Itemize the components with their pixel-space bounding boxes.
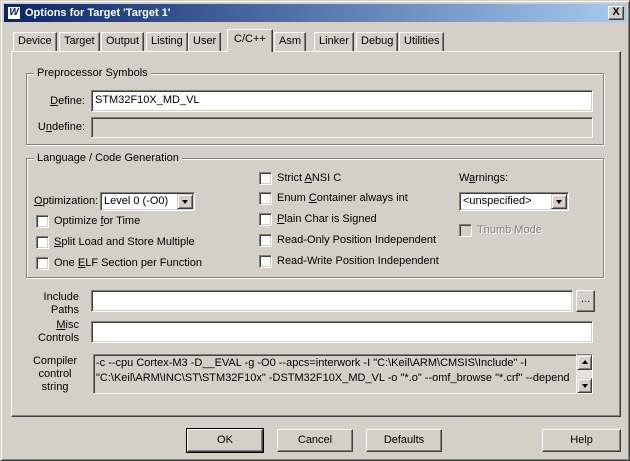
undefine-label-text: U <box>37 121 46 133</box>
tab-asm[interactable]: Asm <box>274 32 306 51</box>
scroll-up-button[interactable] <box>577 355 592 370</box>
tab-label: Asm <box>279 35 301 47</box>
include-paths-label: Include Paths <box>31 291 79 317</box>
chevron-down-icon <box>556 200 562 204</box>
undefine-input[interactable] <box>91 117 593 138</box>
warnings-dropdown-button[interactable] <box>551 194 567 209</box>
compiler-control-line: -c --cpu Cortex-M3 -D__EVAL -g -O0 --apc… <box>96 357 528 369</box>
warnings-label-text: W <box>459 172 469 184</box>
tab-label: Utilities <box>404 35 440 47</box>
tab-label: Output <box>106 35 140 47</box>
include-paths-label-line1: Include <box>43 291 79 303</box>
misc-controls-input[interactable] <box>91 321 593 343</box>
close-icon: X <box>612 6 620 18</box>
compiler-control-scrollbar[interactable] <box>577 354 593 394</box>
tab-linker[interactable]: Linker <box>314 32 354 51</box>
optimization-select-value: Level 0 (-O0) <box>104 195 169 207</box>
tab-label: Listing <box>151 35 183 47</box>
misc-controls-label: Misc Controls <box>31 319 79 345</box>
language-group-title: Language / Code Generation <box>34 151 182 165</box>
tab-c-cpp[interactable]: C/C++ <box>227 29 273 52</box>
tab-label: C/C++ <box>234 33 266 45</box>
preprocessor-group-title: Preprocessor Symbols <box>34 66 151 80</box>
browse-include-paths-button[interactable]: ... <box>576 290 595 312</box>
compiler-control-line: "C:\Keil\ARM\INC\ST\STM32F10x" -DSTM32F1… <box>96 372 570 384</box>
checkbox-label: Thumb Mode <box>477 224 542 236</box>
checkbox-box[interactable] <box>36 257 49 270</box>
checkbox-label: Plain Char is Signed <box>277 213 377 225</box>
checkbox-label: Read-Write Position Independent <box>277 255 439 267</box>
window-title: Options for Target 'Target 1' <box>25 7 171 19</box>
help-button[interactable]: Help <box>542 429 621 452</box>
warnings-label-text: rnings: <box>475 172 509 184</box>
checkbox-label: Strict ANSI C <box>277 172 342 184</box>
compiler-control-label-line3: string <box>41 381 69 393</box>
warnings-label: Warnings: <box>459 172 508 185</box>
define-label-mnemonic: D <box>50 95 59 107</box>
checkbox-box[interactable] <box>36 215 49 228</box>
checkbox-label: One ELF Section per Function <box>54 257 202 269</box>
app-icon: W <box>7 6 21 20</box>
checkbox-label: Optimize for Time <box>54 215 141 227</box>
undefine-label-text: define: <box>51 121 85 133</box>
tab-label: Target <box>64 35 95 47</box>
tab-debug[interactable]: Debug <box>356 32 399 51</box>
include-paths-label-line2: Paths <box>50 304 79 316</box>
chevron-up-icon <box>582 360 588 364</box>
tab-label: Debug <box>361 35 394 47</box>
undefine-label: Undefine: <box>31 121 85 134</box>
cancel-button[interactable]: Cancel <box>277 429 353 452</box>
checkbox-box[interactable] <box>259 255 272 268</box>
optimization-label-text: ptimization: <box>42 195 99 207</box>
tab-target[interactable]: Target <box>59 32 100 51</box>
close-button[interactable]: X <box>608 6 624 20</box>
warnings-select-value: <unspecified> <box>463 195 532 207</box>
tab-label: Device <box>18 35 52 47</box>
checkbox-box[interactable] <box>259 192 272 205</box>
misc-controls-label-line1: Misc <box>56 319 79 331</box>
warnings-select[interactable]: <unspecified> <box>459 192 569 211</box>
include-paths-input[interactable] <box>91 290 573 312</box>
tab-listing[interactable]: Listing <box>146 32 188 51</box>
define-label-text: efine: <box>58 95 85 107</box>
checkbox-box[interactable] <box>459 224 472 237</box>
tab-label: User <box>193 35 217 47</box>
optimization-label-mnemonic: O <box>34 195 43 207</box>
define-input[interactable]: STM32F10X_MD_VL <box>91 90 593 112</box>
compiler-control-label-line1: Compiler <box>32 355 77 367</box>
checkbox-label: Read-Only Position Independent <box>277 234 436 246</box>
checkbox-box[interactable] <box>259 234 272 247</box>
compiler-control-label: Compiler control string <box>31 355 79 394</box>
optimization-label: Optimization: <box>34 195 98 208</box>
checkbox-label: Split Load and Store Multiple <box>54 236 195 248</box>
misc-controls-label-line2: Controls <box>38 332 79 344</box>
checkbox-box[interactable] <box>259 172 272 185</box>
chevron-down-icon <box>582 384 588 388</box>
compiler-control-label-line2: control <box>38 368 72 380</box>
chevron-down-icon <box>182 200 188 204</box>
options-dialog: W Options for Target 'Target 1' X Device… <box>0 0 630 461</box>
define-label: Define: <box>31 95 85 108</box>
tab-label: Linker <box>319 35 349 47</box>
ok-button[interactable]: OK <box>186 428 264 453</box>
tab-output[interactable]: Output <box>101 32 145 51</box>
scroll-down-button[interactable] <box>577 378 592 393</box>
tab-utilities[interactable]: Utilities <box>399 32 445 51</box>
checkbox-box[interactable] <box>36 236 49 249</box>
compiler-control-string[interactable]: -c --cpu Cortex-M3 -D__EVAL -g -O0 --apc… <box>93 354 577 394</box>
checkbox-box[interactable] <box>259 213 272 226</box>
tab-device[interactable]: Device <box>13 32 57 51</box>
title-bar[interactable]: W Options for Target 'Target 1' X <box>4 4 626 22</box>
tab-user[interactable]: User <box>188 32 222 51</box>
optimization-dropdown-button[interactable] <box>177 194 193 209</box>
optimization-select[interactable]: Level 0 (-O0) <box>100 192 195 211</box>
defaults-button[interactable]: Defaults <box>366 429 442 452</box>
checkbox-label: Enum Container always int <box>277 192 408 204</box>
